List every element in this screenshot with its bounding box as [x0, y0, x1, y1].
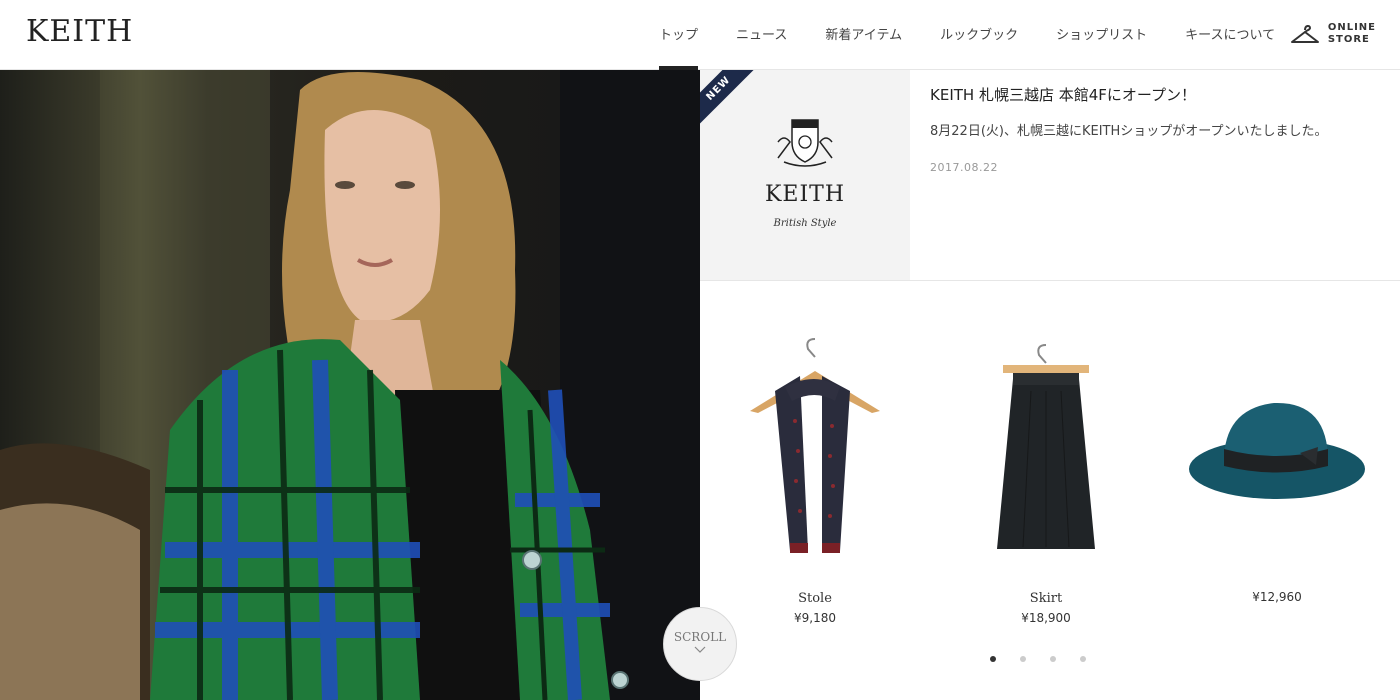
carousel-dot[interactable] — [1050, 656, 1056, 662]
nav-item-lookbook[interactable]: ルックブック — [940, 0, 1018, 70]
online-store-label: ONLINE STORE — [1328, 22, 1376, 46]
carousel-dot[interactable] — [1020, 656, 1026, 662]
hat-image — [1189, 402, 1365, 499]
site-header: KEITH トップ ニュース 新着アイテム ルックブック ショップリスト キース… — [0, 0, 1400, 70]
nav-item-top[interactable]: トップ — [659, 0, 699, 70]
online-store-line2: STORE — [1327, 34, 1370, 45]
site-logo[interactable]: KEITH — [26, 14, 133, 49]
online-store-link[interactable]: ONLINE STORE — [1290, 22, 1376, 46]
nav-item-new-items[interactable]: 新着アイテム — [825, 0, 902, 70]
skirt-image — [997, 344, 1095, 549]
scroll-label: SCROLL — [673, 630, 727, 644]
hero-photo — [0, 70, 700, 700]
carousel-dot[interactable] — [1080, 656, 1086, 662]
stole-image — [750, 338, 880, 553]
nav-item-news[interactable]: ニュース — [736, 0, 787, 70]
hanger-icon — [1290, 24, 1319, 43]
product-carousel: Stole ¥9,180 Skirt ¥18,900 ¥12,960 — [700, 281, 1400, 700]
news-item[interactable]: NEW KEITH British Style KEITH 札幌三越店 本館4F… — [700, 70, 1400, 281]
product-name: Stole — [798, 591, 832, 606]
product-price: ¥18,900 — [1021, 611, 1071, 625]
model-illustration — [0, 70, 700, 700]
news-description: 8月22日(火)、札幌三越にKEITHショップがオープンいたしました。 — [930, 124, 1328, 139]
chevron-down-icon — [694, 646, 706, 653]
crest-icon — [777, 119, 833, 167]
nav-item-shop-list[interactable]: ショップリスト — [1056, 0, 1147, 70]
main-nav: トップ ニュース 新着アイテム ルックブック ショップリスト キースについて — [640, 0, 1294, 70]
scroll-button[interactable]: SCROLL — [663, 607, 737, 681]
thumb-logo: KEITH — [764, 182, 846, 207]
thumb-subtitle: British Style — [773, 218, 837, 229]
carousel-dot[interactable] — [990, 656, 996, 662]
product-price: ¥12,960 — [1252, 590, 1302, 604]
product-price: ¥9,180 — [794, 611, 836, 625]
nav-item-about[interactable]: キースについて — [1185, 0, 1275, 70]
news-date: 2017.08.22 — [930, 161, 998, 174]
product-name: Skirt — [1029, 591, 1063, 606]
new-badge: NEW — [700, 70, 766, 136]
news-thumbnail[interactable]: NEW KEITH British Style — [700, 70, 910, 280]
online-store-line1: ONLINE — [1327, 22, 1376, 33]
carousel-dots — [990, 656, 1110, 662]
news-title[interactable]: KEITH 札幌三越店 本館4Fにオープン！ — [930, 84, 1196, 105]
